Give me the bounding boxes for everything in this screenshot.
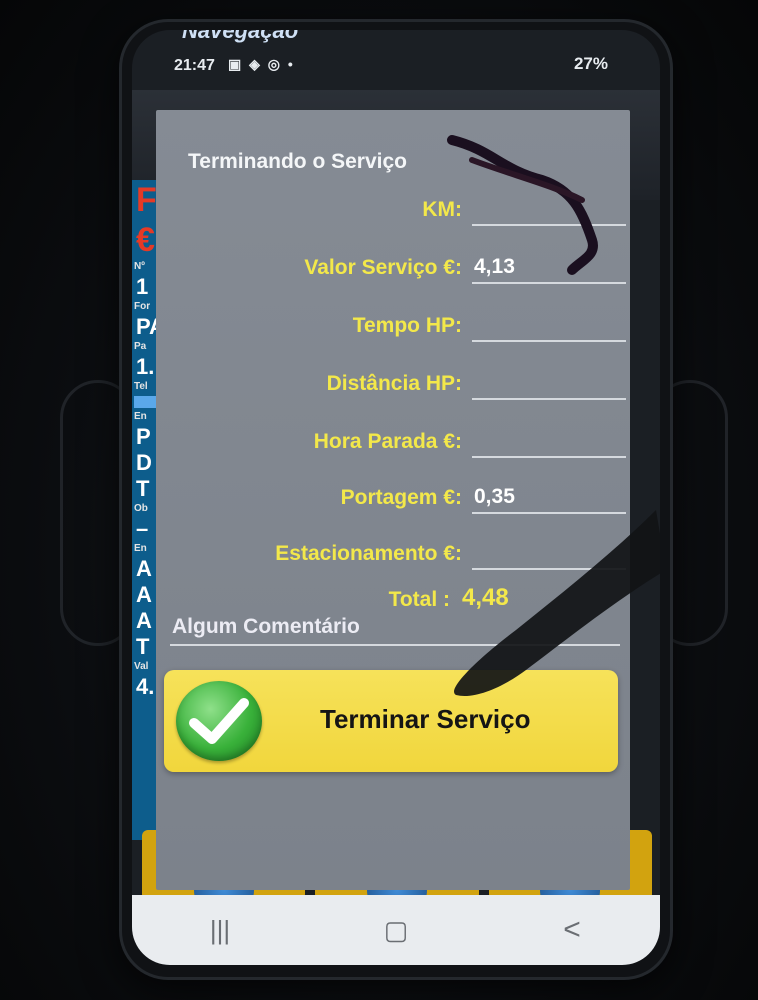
system-nav-bar: ||| ▢ < — [132, 895, 660, 965]
battery-indicator: 27% — [573, 54, 608, 73]
back-icon[interactable]: < — [542, 913, 602, 947]
field-row-tempo-hp: Tempo HP: — [156, 310, 630, 354]
total-value: 4,48 — [462, 584, 509, 611]
km-input[interactable] — [472, 194, 626, 226]
field-row-portagem: Portagem €: — [156, 482, 630, 526]
field-row-estacionamento: Estacionamento €: — [156, 538, 630, 582]
portagem-label: Portagem €: — [340, 486, 462, 509]
valor-servico-label: Valor Serviço €: — [304, 256, 462, 279]
status-bar: 21:47 ▣ ◈ ◎ • 27% — [132, 30, 660, 90]
valor-servico-input[interactable] — [472, 252, 626, 284]
tempo-hp-input[interactable] — [472, 310, 626, 342]
estacionamento-label: Estacionamento €: — [275, 542, 462, 565]
hora-parada-input[interactable] — [472, 426, 626, 458]
km-label: KM: — [422, 198, 462, 221]
comment-input[interactable] — [170, 610, 620, 646]
portagem-input[interactable] — [472, 482, 626, 514]
hora-parada-label: Hora Parada €: — [313, 430, 462, 453]
recents-icon[interactable]: ||| — [190, 915, 250, 946]
field-row-distancia-hp: Distância HP: — [156, 368, 630, 412]
phone-frame: Navegação F € Nº 1 For PA Pa 1. Tel En P D T Ob – En A A A… — [122, 22, 670, 977]
finish-service-label: Terminar Serviço — [320, 704, 531, 734]
dialog-title: Terminando o Serviço — [188, 150, 407, 173]
distancia-hp-input[interactable] — [472, 368, 626, 400]
phone-screen: Navegação F € Nº 1 For PA Pa 1. Tel En P D T Ob – En A A A… — [132, 30, 660, 965]
background-fragment — [134, 396, 158, 408]
finish-service-button[interactable]: Terminar Serviço — [164, 670, 618, 772]
tempo-hp-label: Tempo HP: — [352, 314, 462, 337]
field-row-hora-parada: Hora Parada €: — [156, 426, 630, 470]
status-time: 21:47 — [174, 57, 215, 74]
finish-service-dialog: Terminando o Serviço KM: Valor Serviço €… — [156, 110, 630, 890]
estacionamento-input[interactable] — [472, 538, 626, 570]
field-row-valor-servico: Valor Serviço €: — [156, 252, 630, 296]
total-label: Total : — [388, 588, 450, 611]
checkmark-icon — [176, 681, 262, 761]
home-icon[interactable]: ▢ — [366, 915, 426, 946]
field-row-km: KM: — [156, 194, 630, 238]
notification-icons: ▣ ◈ ◎ • — [228, 56, 295, 72]
distancia-hp-label: Distância HP: — [326, 372, 462, 395]
